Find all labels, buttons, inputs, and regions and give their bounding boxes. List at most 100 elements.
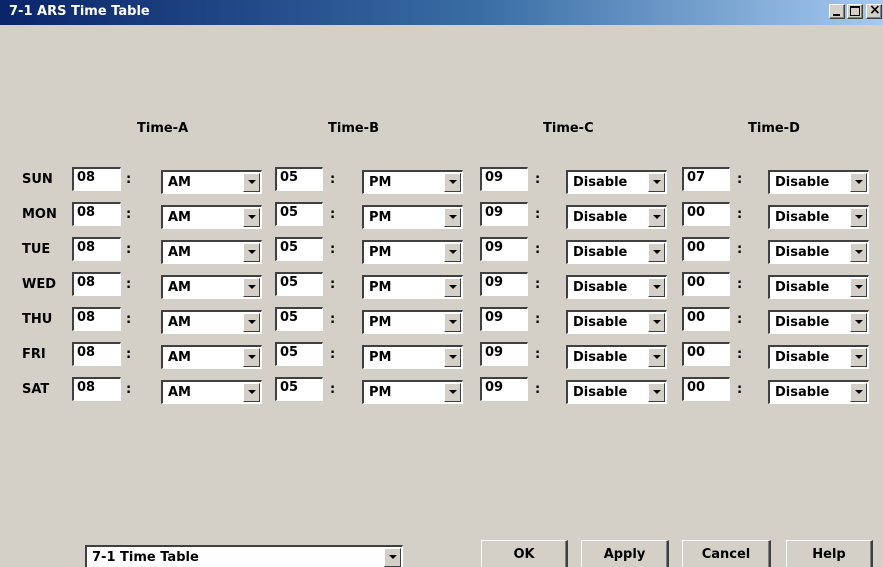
chevron-down-icon[interactable] — [444, 208, 461, 227]
tue-time-b-hour-field[interactable]: 05 — [275, 237, 323, 261]
fri-time-d-period-select[interactable]: Disable — [768, 345, 869, 369]
wed-time-c-period-select[interactable]: Disable — [566, 275, 667, 299]
mon-time-a-hour-field[interactable]: 08 — [72, 202, 121, 226]
sun-time-b-hour-field[interactable]: 05 — [275, 167, 323, 191]
fri-time-d-hour-field[interactable]: 00 — [682, 342, 730, 366]
fri-time-b-period-select[interactable]: PM — [362, 345, 463, 369]
tue-time-c-period-value: Disable — [573, 245, 628, 260]
tue-time-a-period-select[interactable]: AM — [161, 240, 262, 264]
sat-time-a-hour-field[interactable]: 08 — [72, 377, 121, 401]
chevron-down-icon[interactable] — [850, 348, 867, 367]
tue-time-c-period-select[interactable]: Disable — [566, 240, 667, 264]
chevron-down-icon[interactable] — [243, 243, 260, 262]
chevron-down-icon[interactable] — [648, 313, 665, 332]
chevron-down-icon[interactable] — [444, 348, 461, 367]
chevron-down-icon[interactable] — [444, 313, 461, 332]
tue-time-d-hour-field[interactable]: 00 — [682, 237, 730, 261]
mon-time-d-period-select[interactable]: Disable — [768, 205, 869, 229]
sun-time-d-period-select[interactable]: Disable — [768, 170, 869, 194]
chevron-down-icon[interactable] — [648, 383, 665, 402]
ok-button[interactable]: OK — [481, 540, 568, 567]
chevron-down-icon[interactable] — [444, 383, 461, 402]
fri-time-b-hour-field[interactable]: 05 — [275, 342, 323, 366]
sun-time-a-hour-field[interactable]: 08 — [72, 167, 121, 191]
wed-time-b-hour-field[interactable]: 05 — [275, 272, 323, 296]
thu-time-c-hour-field[interactable]: 09 — [480, 307, 528, 331]
sat-time-a-period-select[interactable]: AM — [161, 380, 262, 404]
sun-time-d-hour-field[interactable]: 07 — [682, 167, 730, 191]
sun-time-c-period-select[interactable]: Disable — [566, 170, 667, 194]
tue-time-a-hour-field[interactable]: 08 — [72, 237, 121, 261]
cancel-button[interactable]: Cancel — [682, 540, 771, 567]
mon-time-b-period-select[interactable]: PM — [362, 205, 463, 229]
mon-time-c-period-select[interactable]: Disable — [566, 205, 667, 229]
chevron-down-icon[interactable] — [850, 243, 867, 262]
title-bar[interactable]: 7-1 ARS Time Table — [0, 0, 883, 25]
chevron-down-icon[interactable] — [648, 278, 665, 297]
thu-time-c-period-select[interactable]: Disable — [566, 310, 667, 334]
sat-time-b-colon: : — [330, 382, 336, 397]
chevron-down-icon[interactable] — [444, 243, 461, 262]
maximize-icon[interactable] — [847, 4, 863, 19]
help-button[interactable]: Help — [786, 540, 873, 567]
chevron-down-icon[interactable] — [850, 383, 867, 402]
fri-time-c-hour-field[interactable]: 09 — [480, 342, 528, 366]
chevron-down-icon[interactable] — [648, 348, 665, 367]
wed-time-d-period-select[interactable]: Disable — [768, 275, 869, 299]
tue-time-b-period-select[interactable]: PM — [362, 240, 463, 264]
chevron-down-icon[interactable] — [243, 313, 260, 332]
tue-time-c-hour-field[interactable]: 09 — [480, 237, 528, 261]
thu-time-d-hour-field[interactable]: 00 — [682, 307, 730, 331]
sat-time-d-hour-field[interactable]: 00 — [682, 377, 730, 401]
mon-time-d-hour-field[interactable]: 00 — [682, 202, 730, 226]
close-icon[interactable] — [866, 2, 882, 19]
wed-time-a-hour-field[interactable]: 08 — [72, 272, 121, 296]
chevron-down-icon[interactable] — [243, 383, 260, 402]
wed-time-b-period-select[interactable]: PM — [362, 275, 463, 299]
thu-time-b-hour-field[interactable]: 05 — [275, 307, 323, 331]
sun-time-c-hour-field[interactable]: 09 — [480, 167, 528, 191]
chevron-down-icon[interactable] — [648, 243, 665, 262]
day-label-mon: MON — [22, 207, 57, 222]
thu-time-b-period-select[interactable]: PM — [362, 310, 463, 334]
chevron-down-icon[interactable] — [444, 173, 461, 192]
sat-time-b-hour-field[interactable]: 05 — [275, 377, 323, 401]
thu-time-d-period-select[interactable]: Disable — [768, 310, 869, 334]
sat-time-b-period-select[interactable]: PM — [362, 380, 463, 404]
wed-time-a-period-select[interactable]: AM — [161, 275, 262, 299]
time-table-select[interactable]: 7-1 Time Table — [85, 545, 403, 567]
minimize-icon[interactable] — [829, 4, 845, 19]
tue-time-d-period-select[interactable]: Disable — [768, 240, 869, 264]
wed-time-c-hour-field[interactable]: 09 — [480, 272, 528, 296]
sat-time-c-period-select[interactable]: Disable — [566, 380, 667, 404]
sat-time-d-period-value: Disable — [775, 385, 830, 400]
thu-time-a-hour-field[interactable]: 08 — [72, 307, 121, 331]
fri-time-a-hour-field[interactable]: 08 — [72, 342, 121, 366]
tue-time-a-colon: : — [126, 242, 132, 257]
wed-time-d-hour-field[interactable]: 00 — [682, 272, 730, 296]
mon-time-a-period-select[interactable]: AM — [161, 205, 262, 229]
chevron-down-icon[interactable] — [648, 173, 665, 192]
chevron-down-icon[interactable] — [384, 548, 401, 567]
chevron-down-icon[interactable] — [648, 208, 665, 227]
fri-time-b-period-value: PM — [369, 350, 392, 365]
chevron-down-icon[interactable] — [850, 208, 867, 227]
chevron-down-icon[interactable] — [243, 208, 260, 227]
chevron-down-icon[interactable] — [243, 348, 260, 367]
chevron-down-icon[interactable] — [850, 313, 867, 332]
thu-time-a-period-select[interactable]: AM — [161, 310, 262, 334]
mon-time-b-hour-field[interactable]: 05 — [275, 202, 323, 226]
mon-time-c-hour-field[interactable]: 09 — [480, 202, 528, 226]
fri-time-a-period-select[interactable]: AM — [161, 345, 262, 369]
chevron-down-icon[interactable] — [850, 278, 867, 297]
fri-time-c-period-select[interactable]: Disable — [566, 345, 667, 369]
chevron-down-icon[interactable] — [444, 278, 461, 297]
chevron-down-icon[interactable] — [850, 173, 867, 192]
sun-time-b-period-select[interactable]: PM — [362, 170, 463, 194]
apply-button[interactable]: Apply — [581, 540, 669, 567]
sat-time-d-period-select[interactable]: Disable — [768, 380, 869, 404]
sat-time-c-hour-field[interactable]: 09 — [480, 377, 528, 401]
chevron-down-icon[interactable] — [243, 173, 260, 192]
sun-time-a-period-select[interactable]: AM — [161, 170, 262, 194]
chevron-down-icon[interactable] — [243, 278, 260, 297]
